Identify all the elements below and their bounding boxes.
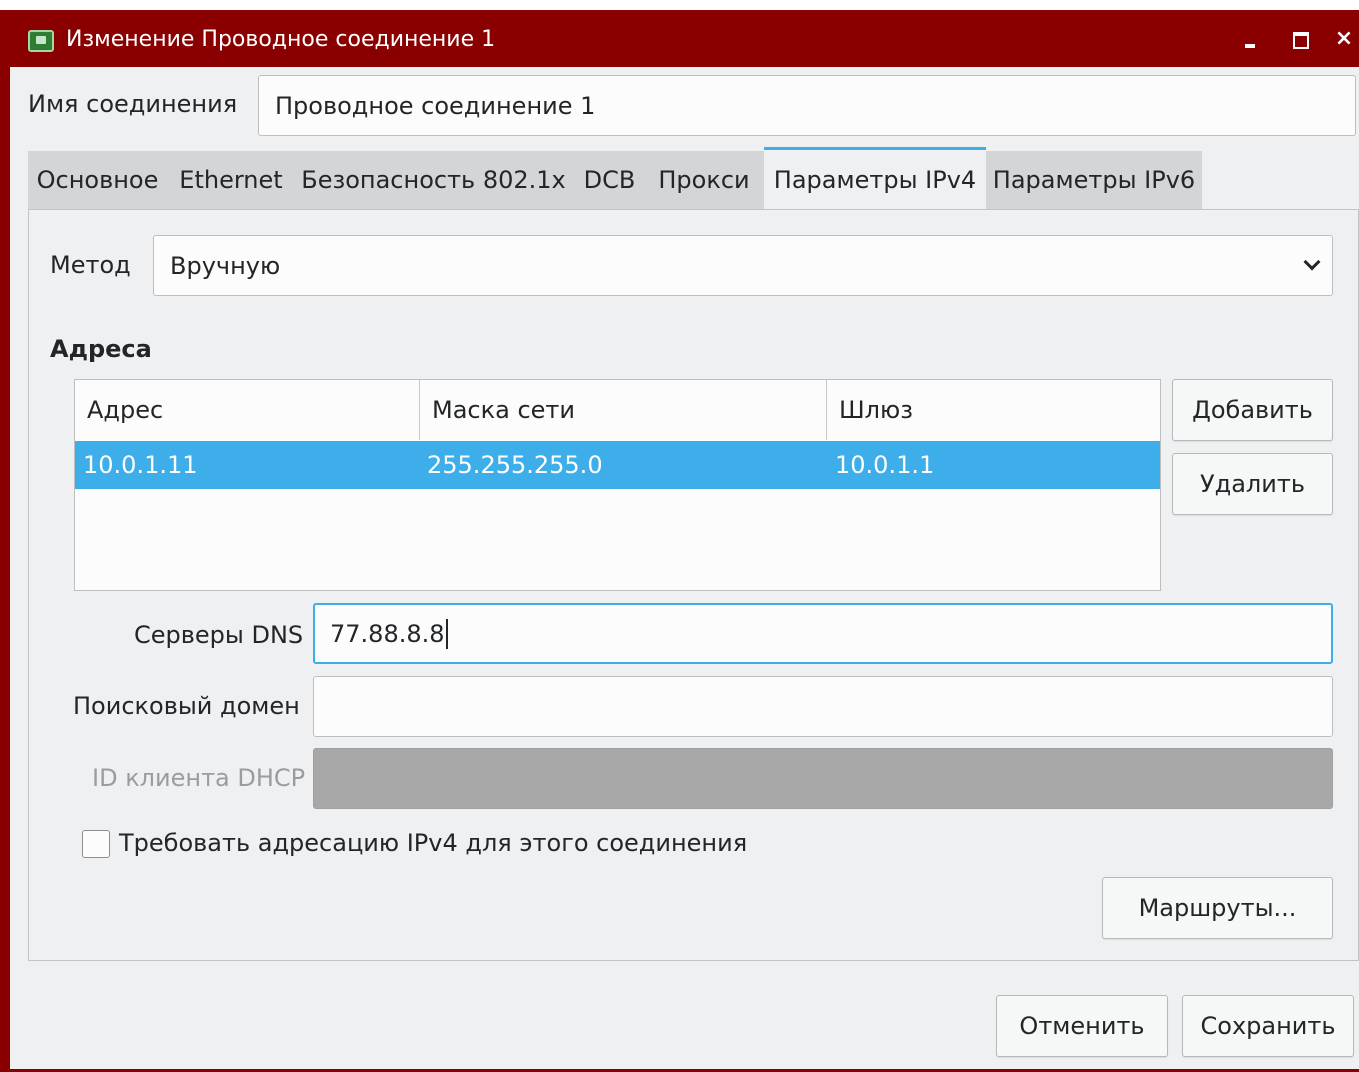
method-value: Вручную xyxy=(170,251,281,280)
column-header-gateway-label: Шлюз xyxy=(839,396,913,424)
close-icon[interactable]: × xyxy=(1328,23,1359,55)
connection-name-input[interactable]: Проводное соединение 1 xyxy=(258,75,1356,136)
tab-security-label: Безопасность 802.1x xyxy=(301,166,566,194)
tab-ipv4-settings[interactable]: Параметры IPv4 xyxy=(764,147,986,209)
require-ipv4-checkbox[interactable] xyxy=(82,830,110,858)
add-address-button-label: Добавить xyxy=(1192,396,1313,424)
search-domain-input[interactable] xyxy=(313,676,1333,737)
text-caret xyxy=(445,618,448,649)
tab-dcb[interactable]: DCB xyxy=(573,151,646,209)
chevron-down-icon xyxy=(1303,253,1321,271)
dns-servers-label: Серверы DNS xyxy=(134,621,304,649)
connection-name-value: Проводное соединение 1 xyxy=(275,91,596,120)
column-header-address[interactable]: Адрес xyxy=(75,380,420,440)
cell-netmask[interactable]: 255.255.255.0 xyxy=(427,441,603,489)
tab-ipv6-settings[interactable]: Параметры IPv6 xyxy=(986,151,1202,209)
save-button-label: Сохранить xyxy=(1200,1012,1336,1040)
column-header-gateway[interactable]: Шлюз xyxy=(827,380,1160,440)
add-address-button[interactable]: Добавить xyxy=(1172,379,1333,441)
connection-editor-window: Изменение Проводное соединение 1 × Имя с… xyxy=(0,10,1359,1072)
method-combobox[interactable]: Вручную xyxy=(153,235,1333,296)
routes-button[interactable]: Маршруты... xyxy=(1102,877,1333,939)
tab-general-label: Основное xyxy=(36,166,159,194)
tab-dcb-label: DCB xyxy=(583,166,636,194)
tab-ethernet[interactable]: Ethernet xyxy=(168,151,294,209)
column-header-netmask-label: Маска сети xyxy=(432,396,575,424)
dhcp-client-id-label: ID клиента DHCP xyxy=(92,764,306,792)
cancel-button-label: Отменить xyxy=(1019,1012,1145,1040)
cancel-button[interactable]: Отменить xyxy=(996,995,1168,1057)
search-domain-label: Поисковый домен xyxy=(73,692,300,720)
dhcp-client-id-input xyxy=(313,748,1333,809)
column-header-netmask[interactable]: Маска сети xyxy=(420,380,827,440)
dns-servers-input[interactable]: 77.88.8.8 xyxy=(313,603,1333,664)
title-bar[interactable]: Изменение Проводное соединение 1 × xyxy=(0,10,1359,67)
tab-ipv4-label: Параметры IPv4 xyxy=(773,165,977,194)
cell-address[interactable]: 10.0.1.11 xyxy=(83,441,198,489)
table-row[interactable]: 10.0.1.11 255.255.255.0 10.0.1.1 xyxy=(75,441,1160,489)
tab-proxy[interactable]: Прокси xyxy=(646,151,762,209)
maximize-icon[interactable] xyxy=(1285,23,1317,55)
delete-address-button-label: Удалить xyxy=(1200,470,1305,498)
minimize-icon[interactable] xyxy=(1234,23,1266,55)
require-ipv4-label[interactable]: Требовать адресацию IPv4 для этого соеди… xyxy=(119,829,747,857)
cell-gateway[interactable]: 10.0.1.1 xyxy=(835,441,934,489)
tab-ethernet-label: Ethernet xyxy=(179,166,283,194)
window-title: Изменение Проводное соединение 1 xyxy=(66,27,496,52)
addresses-heading: Адреса xyxy=(50,335,152,363)
save-button[interactable]: Сохранить xyxy=(1182,995,1354,1057)
tab-ipv6-label: Параметры IPv6 xyxy=(992,166,1196,194)
tab-proxy-label: Прокси xyxy=(658,166,750,194)
connection-name-label: Имя соединения xyxy=(28,90,238,118)
addresses-table[interactable]: Адрес Маска сети Шлюз 10.0.1.11 255.255.… xyxy=(74,379,1161,591)
network-app-icon xyxy=(28,30,54,52)
tab-security-8021x[interactable]: Безопасность 802.1x xyxy=(294,151,573,209)
dns-servers-value: 77.88.8.8 xyxy=(330,619,445,648)
routes-button-label: Маршруты... xyxy=(1138,894,1297,922)
delete-address-button[interactable]: Удалить xyxy=(1172,453,1333,515)
method-label: Метод xyxy=(50,251,131,279)
tab-bar: Основное Ethernet Безопасность 802.1x DC… xyxy=(28,147,1359,209)
column-header-address-label: Адрес xyxy=(87,396,164,424)
tab-general[interactable]: Основное xyxy=(28,151,167,209)
